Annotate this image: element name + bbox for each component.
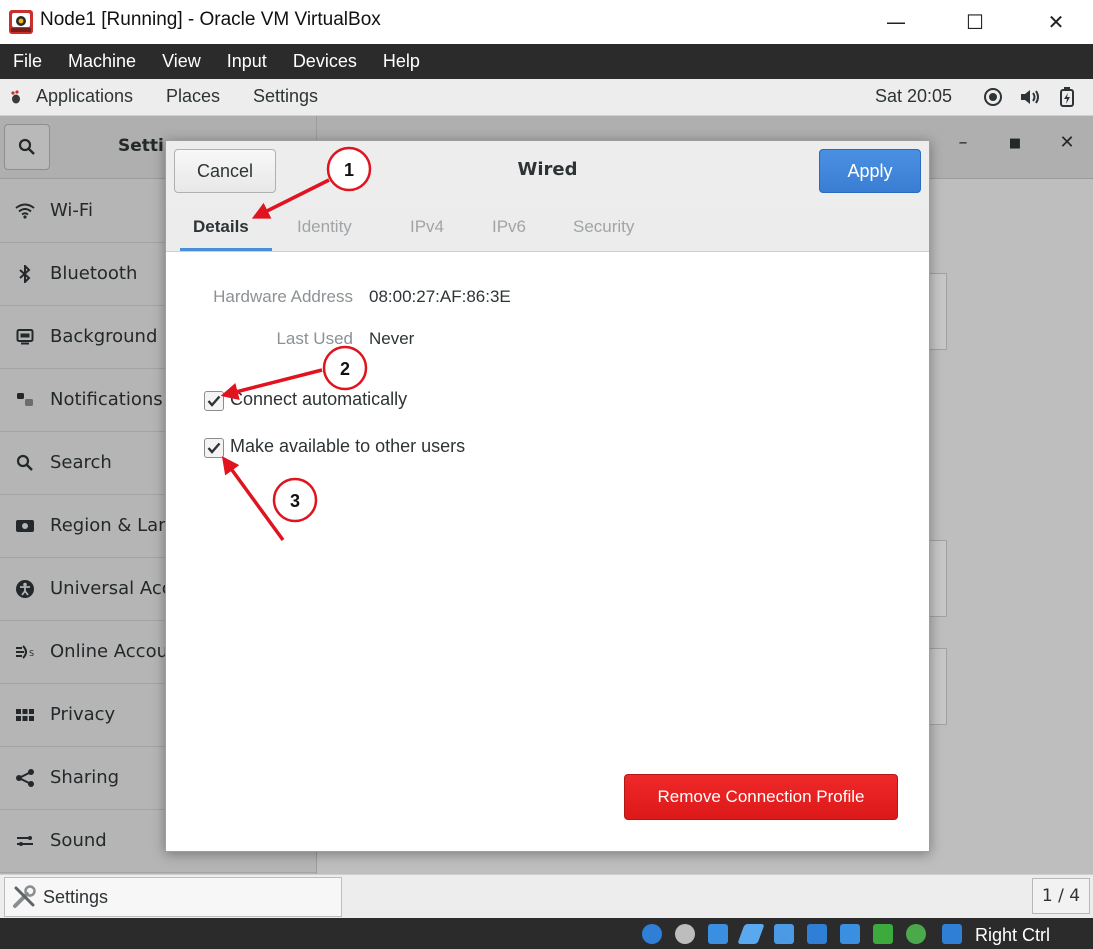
- host-key-arrow-icon[interactable]: [942, 924, 962, 944]
- host-key-label: Right Ctrl: [975, 925, 1051, 945]
- hard-disk-icon[interactable]: [642, 924, 662, 944]
- shared-folders-icon[interactable]: [774, 924, 794, 944]
- volume-icon[interactable]: [1019, 88, 1041, 106]
- tab-security[interactable]: Security: [573, 217, 634, 237]
- workspace-pager[interactable]: 1 / 4: [1032, 878, 1090, 914]
- make-available-checkbox[interactable]: [204, 438, 224, 458]
- window-title: Node1 [Running] - Oracle VM VirtualBox: [40, 9, 381, 30]
- last-used-label: Last Used: [276, 329, 353, 348]
- checkmark-icon: [207, 442, 221, 454]
- menu-machine[interactable]: Machine: [55, 51, 149, 72]
- mouse-integration-icon[interactable]: [906, 924, 926, 944]
- active-tab-indicator: [180, 248, 272, 251]
- menu-file[interactable]: File: [0, 51, 55, 72]
- hardware-address-value: 08:00:27:AF:86:3E: [369, 287, 511, 306]
- network-status-icon[interactable]: [708, 924, 728, 944]
- virtualbox-app-icon: [9, 10, 33, 34]
- tab-details[interactable]: Details: [193, 217, 249, 237]
- minimize-icon: —: [886, 10, 906, 34]
- virtualbox-status-bar: [0, 918, 1093, 949]
- maximize-icon: ☐: [966, 10, 984, 34]
- last-used-value: Never: [369, 329, 415, 348]
- menu-view[interactable]: View: [149, 51, 214, 72]
- window-list-settings[interactable]: Settings: [4, 877, 342, 917]
- tab-identity[interactable]: Identity: [297, 217, 352, 237]
- gnome-top-bar: Applications Places Settings Sat 20:05: [0, 79, 1093, 116]
- menu-help[interactable]: Help: [370, 51, 433, 72]
- minimize-button[interactable]: —: [876, 8, 916, 36]
- host-title-bar: Node1 [Running] - Oracle VM VirtualBox —…: [0, 0, 1093, 44]
- close-window-button[interactable]: ✕: [1036, 8, 1076, 36]
- clock[interactable]: Sat 20:05: [875, 86, 952, 107]
- checkmark-icon: [207, 395, 221, 407]
- window-list-label: Settings: [43, 886, 109, 907]
- optical-drive-icon[interactable]: [675, 924, 695, 944]
- menu-input[interactable]: Input: [214, 51, 280, 72]
- dialog-title: Wired: [517, 159, 578, 180]
- battery-icon[interactable]: [1059, 86, 1075, 108]
- connect-automatically-checkbox[interactable]: [204, 391, 224, 411]
- gnome-foot-icon: [11, 90, 20, 104]
- remove-connection-profile-button[interactable]: Remove Connection Profile: [624, 774, 898, 820]
- apply-button[interactable]: Apply: [819, 149, 921, 193]
- places-menu[interactable]: Places: [166, 86, 220, 107]
- maximize-button[interactable]: ☐: [955, 8, 995, 36]
- connect-automatically-label[interactable]: Connect automatically: [230, 389, 407, 410]
- network-icon[interactable]: [984, 88, 1002, 106]
- menu-devices[interactable]: Devices: [280, 51, 370, 72]
- tab-ipv4[interactable]: IPv4: [410, 217, 444, 237]
- make-available-label[interactable]: Make available to other users: [230, 436, 465, 457]
- cpu-icon[interactable]: [873, 924, 893, 944]
- tools-icon: [13, 885, 36, 908]
- dialog-tab-bar: Details Identity IPv4 IPv6 Security: [166, 201, 929, 252]
- close-icon: ✕: [1047, 10, 1065, 34]
- hardware-address-label: Hardware Address: [213, 287, 353, 306]
- display-icon[interactable]: [807, 924, 827, 944]
- virtualbox-menu-bar: File Machine View Input Devices Help: [0, 44, 1093, 79]
- settings-app-menu[interactable]: Settings: [253, 86, 318, 107]
- recording-icon[interactable]: [840, 924, 860, 944]
- applications-menu[interactable]: Applications: [36, 86, 133, 107]
- tab-ipv6[interactable]: IPv6: [492, 217, 526, 237]
- wired-connection-dialog: Cancel Wired Apply Details Identity IPv4…: [165, 140, 930, 852]
